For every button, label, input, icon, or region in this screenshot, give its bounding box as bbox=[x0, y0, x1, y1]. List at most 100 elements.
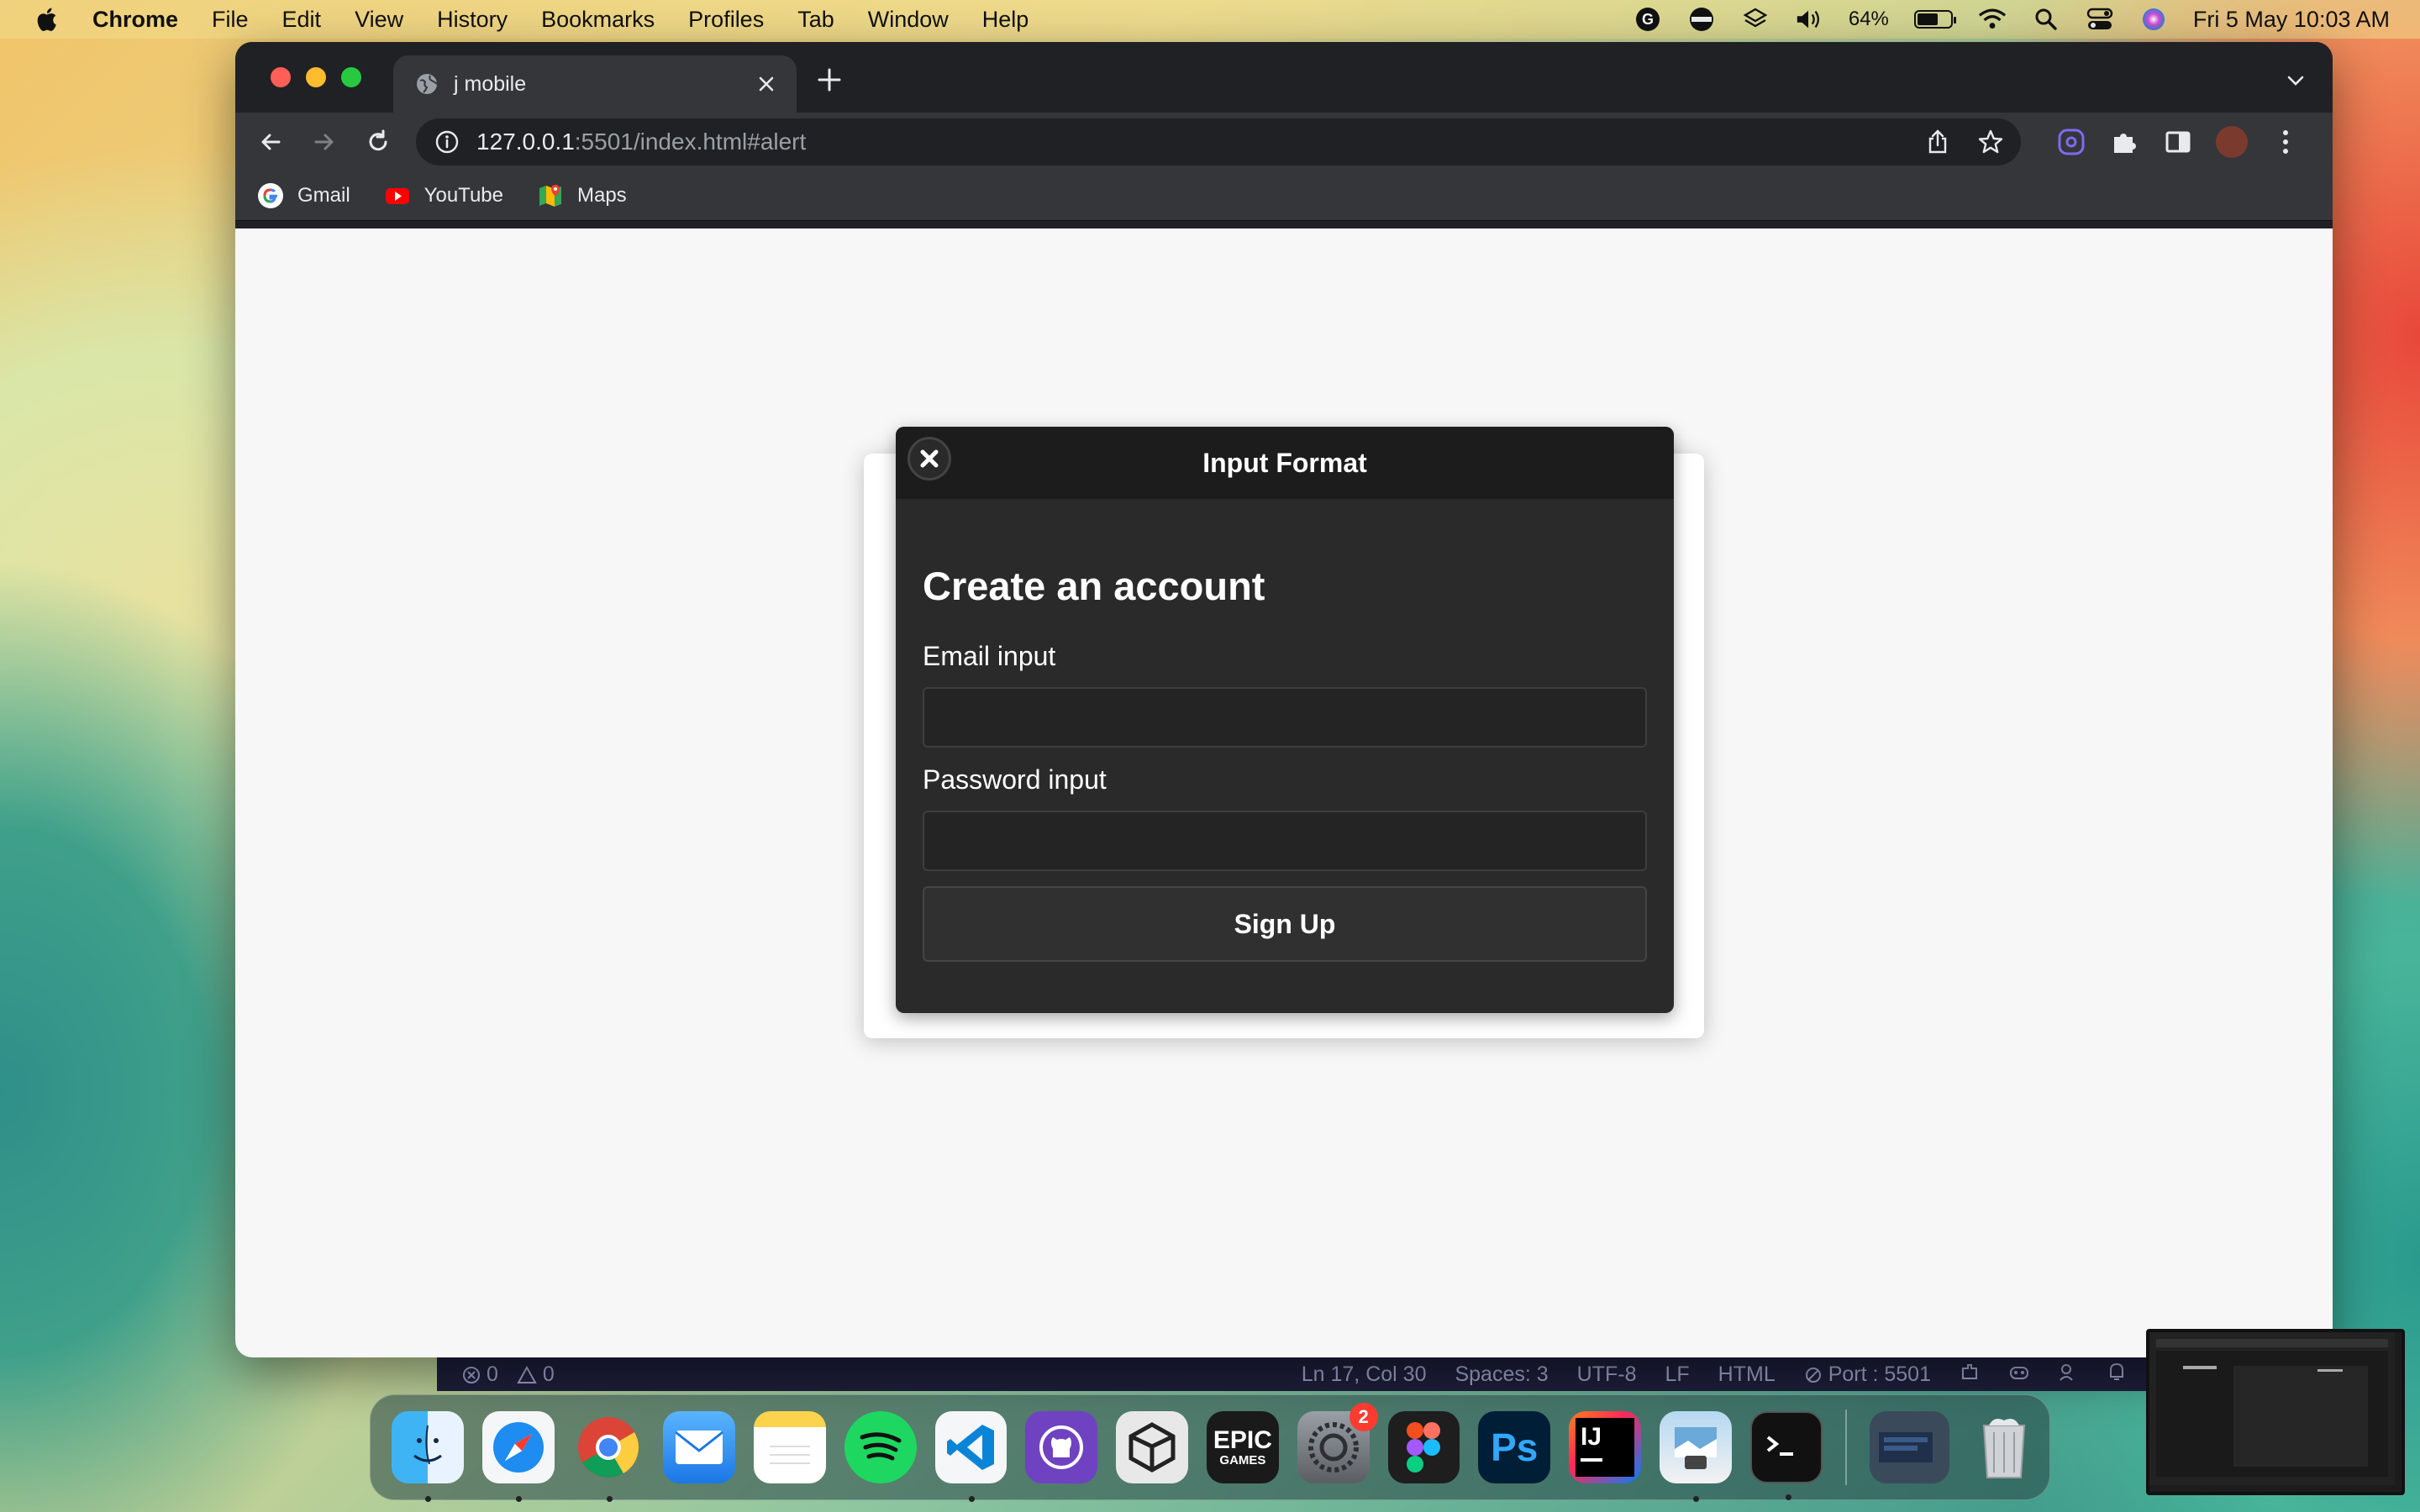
bookmark-label: Gmail bbox=[297, 184, 350, 207]
profile-avatar[interactable] bbox=[2215, 125, 2249, 159]
sign-up-button[interactable]: Sign Up bbox=[923, 886, 1647, 962]
spotify-icon[interactable] bbox=[844, 1411, 917, 1483]
vscode-icon[interactable] bbox=[934, 1411, 1007, 1502]
back-button[interactable] bbox=[254, 125, 287, 159]
running-indicator bbox=[1692, 1496, 1699, 1502]
bookmark-youtube[interactable]: YouTube bbox=[384, 182, 503, 209]
screenshot-thumbnail[interactable] bbox=[2146, 1329, 2405, 1495]
menu-tab[interactable]: Tab bbox=[797, 7, 834, 33]
menu-window[interactable]: Window bbox=[868, 7, 949, 33]
problems-indicator[interactable]: 0 bbox=[462, 1362, 498, 1387]
bookmark-label: Maps bbox=[576, 184, 627, 207]
apple-icon[interactable] bbox=[34, 5, 62, 34]
tab-close-icon[interactable] bbox=[755, 72, 778, 96]
tab-strip: j mobile bbox=[235, 42, 2333, 113]
maps-icon bbox=[539, 185, 561, 207]
battery-icon[interactable] bbox=[1913, 10, 1956, 29]
side-panel-icon[interactable] bbox=[2161, 125, 2195, 159]
layers-icon[interactable] bbox=[1741, 5, 1770, 34]
finder-icon[interactable] bbox=[392, 1411, 464, 1502]
control-center-icon[interactable] bbox=[2086, 5, 2114, 34]
tab-search-chevron-icon[interactable] bbox=[2284, 69, 2307, 92]
forward-button[interactable] bbox=[308, 125, 341, 159]
grammarly-icon[interactable]: G bbox=[1634, 5, 1662, 34]
warnings-indicator[interactable]: 0 bbox=[517, 1362, 555, 1387]
address-bar[interactable]: 127.0.0.1:5501/index.html#alert bbox=[416, 118, 2021, 165]
menu-help[interactable]: Help bbox=[982, 7, 1029, 33]
menu-app-name[interactable]: Chrome bbox=[92, 7, 178, 33]
back-arrow-icon bbox=[261, 134, 281, 150]
figma-icon[interactable] bbox=[1387, 1411, 1460, 1483]
globe-icon bbox=[417, 74, 438, 94]
chrome-icon[interactable] bbox=[573, 1411, 645, 1502]
tab-title: j mobile bbox=[454, 71, 527, 96]
live-server-port[interactable]: Port : 5501 bbox=[1804, 1362, 1931, 1387]
url-path: :5501/index.html#alert bbox=[574, 129, 807, 155]
epic-games-icon[interactable]: EPIC GAMES bbox=[1207, 1411, 1279, 1483]
tab-active[interactable]: j mobile bbox=[393, 55, 797, 113]
extensions-puzzle-icon[interactable] bbox=[2107, 125, 2141, 159]
dialog-title: Input Format bbox=[1202, 447, 1367, 478]
menu-bookmarks[interactable]: Bookmarks bbox=[541, 7, 655, 33]
system-settings-icon[interactable]: 2 bbox=[1297, 1403, 1378, 1483]
chrome-menu-icon[interactable] bbox=[2269, 125, 2302, 159]
unity-icon[interactable] bbox=[1116, 1411, 1189, 1483]
notes-icon[interactable] bbox=[754, 1411, 826, 1483]
dock-separator bbox=[1844, 1410, 1847, 1485]
bookmark-maps[interactable]: Maps bbox=[537, 182, 627, 209]
feedback-icon[interactable] bbox=[2059, 1362, 2079, 1388]
avatar bbox=[2216, 126, 2248, 158]
bookmark-label: YouTube bbox=[424, 184, 503, 207]
github-desktop-icon[interactable] bbox=[1025, 1411, 1098, 1483]
preview-icon[interactable] bbox=[1659, 1411, 1732, 1502]
extension-at-icon[interactable] bbox=[2054, 125, 2088, 159]
menu-view[interactable]: View bbox=[355, 7, 403, 33]
warnings-count: 0 bbox=[542, 1362, 555, 1386]
bookmark-star-icon[interactable] bbox=[1977, 129, 2004, 155]
indentation[interactable]: Spaces: 3 bbox=[1455, 1362, 1548, 1387]
new-tab-plus-icon[interactable] bbox=[815, 66, 844, 94]
port-label: Port : 5501 bbox=[1828, 1362, 1931, 1386]
spotlight-search-icon[interactable] bbox=[2032, 5, 2060, 34]
trash-icon[interactable] bbox=[1968, 1411, 2040, 1483]
intellij-icon[interactable]: IJ bbox=[1569, 1411, 1641, 1483]
email-label: Email input bbox=[923, 641, 1056, 671]
language-mode[interactable]: HTML bbox=[1718, 1362, 1776, 1387]
volume-icon[interactable] bbox=[1795, 5, 1823, 34]
minimize-window-button[interactable] bbox=[306, 67, 326, 87]
password-label: Password input bbox=[923, 764, 1107, 795]
vscode-status-bar: 0 0 Ln 17, Col 30 Spaces: 3 UTF-8 LF HTM… bbox=[437, 1357, 2151, 1391]
dialog-body: Create an account Email input Password i… bbox=[896, 563, 1674, 962]
menu-file[interactable]: File bbox=[212, 7, 249, 33]
share-icon[interactable] bbox=[1925, 129, 1950, 155]
line-endings[interactable]: LF bbox=[1665, 1362, 1689, 1387]
copilot-icon[interactable] bbox=[2008, 1362, 2030, 1388]
wifi-icon[interactable] bbox=[1978, 5, 2007, 34]
photoshop-icon[interactable]: Ps bbox=[1478, 1411, 1551, 1483]
encoding[interactable]: UTF-8 bbox=[1577, 1362, 1637, 1387]
email-field[interactable] bbox=[923, 687, 1647, 748]
siri-icon[interactable] bbox=[2139, 5, 2168, 34]
safari-icon[interactable] bbox=[481, 1411, 555, 1502]
extension-icon[interactable] bbox=[1960, 1362, 1980, 1388]
running-indicator bbox=[1785, 1494, 1791, 1500]
zoom-window-button[interactable] bbox=[341, 67, 361, 87]
reload-button[interactable] bbox=[361, 125, 395, 159]
cursor-position[interactable]: Ln 17, Col 30 bbox=[1302, 1362, 1427, 1387]
ps-label: Ps bbox=[1491, 1425, 1539, 1469]
menubar-clock[interactable]: Fri 5 May 10:03 AM bbox=[2193, 7, 2390, 33]
notifications-bell-icon[interactable] bbox=[2107, 1362, 2126, 1388]
dialog-close-button[interactable] bbox=[908, 437, 951, 480]
reload-icon bbox=[369, 129, 387, 151]
site-info-icon[interactable] bbox=[434, 129, 460, 155]
close-window-button[interactable] bbox=[271, 67, 291, 87]
vpn-icon[interactable] bbox=[1687, 5, 1716, 34]
password-field[interactable] bbox=[923, 811, 1647, 871]
mail-icon[interactable] bbox=[663, 1411, 736, 1483]
menu-profiles[interactable]: Profiles bbox=[688, 7, 764, 33]
bookmark-gmail[interactable]: Gmail bbox=[257, 182, 350, 209]
terminal-icon[interactable] bbox=[1749, 1411, 1823, 1500]
menu-edit[interactable]: Edit bbox=[282, 7, 322, 33]
menu-history[interactable]: History bbox=[437, 7, 508, 33]
downloads-stack-icon[interactable] bbox=[1869, 1411, 1950, 1483]
